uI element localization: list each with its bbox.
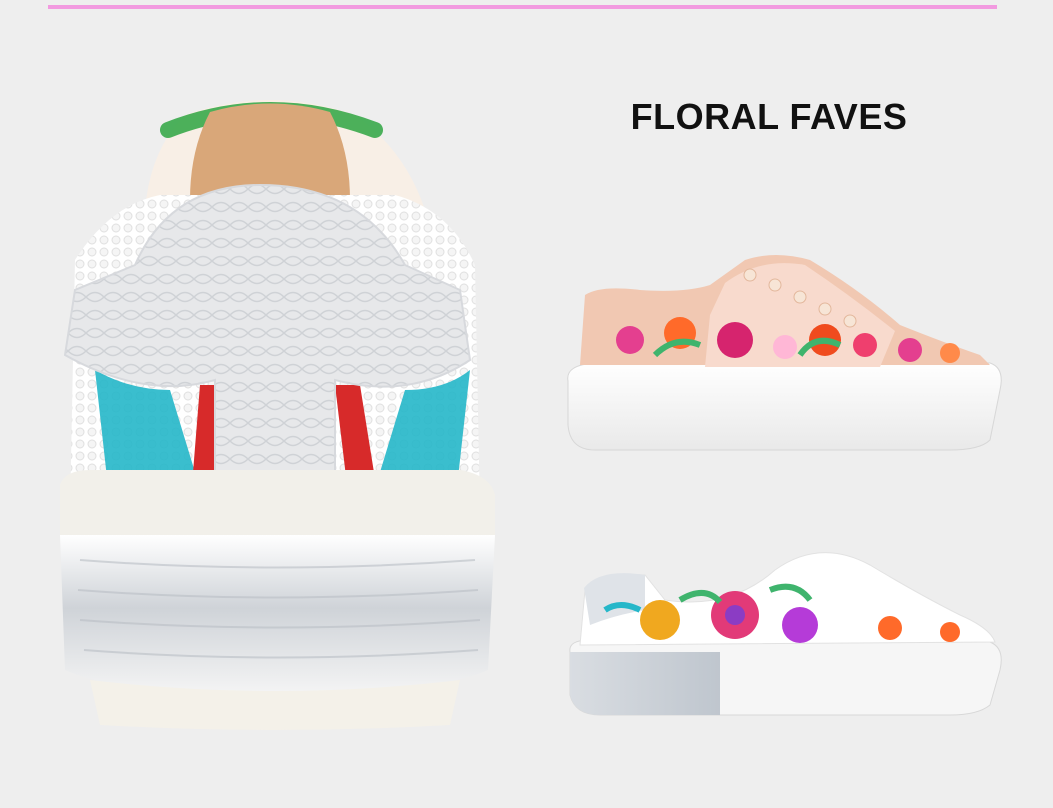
white-sneaker-illustration xyxy=(569,552,1002,716)
blush-floral-sneaker-image[interactable] xyxy=(560,245,1010,455)
blush-sneaker-illustration xyxy=(567,255,1002,451)
hero-sneaker-image[interactable] xyxy=(50,90,500,730)
white-floral-sneaker-image[interactable] xyxy=(560,530,1010,720)
sneaker-back-illustration xyxy=(60,100,495,730)
section-title: FLORAL FAVES xyxy=(630,96,908,137)
top-accent-rule xyxy=(48,5,997,9)
